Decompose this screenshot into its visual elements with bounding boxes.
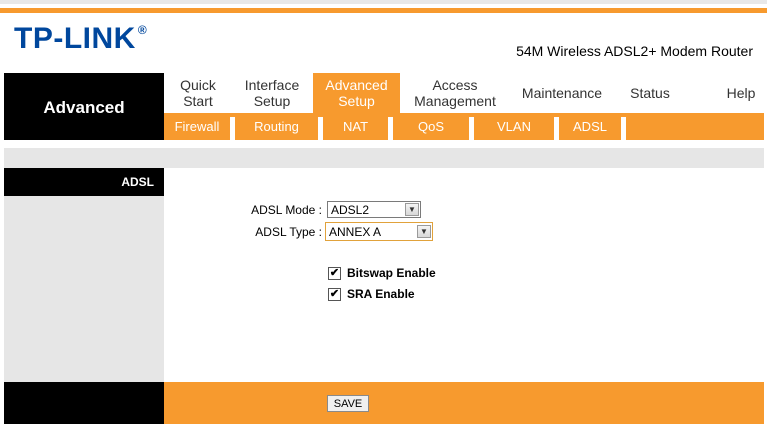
bitswap-checkbox[interactable]: ✔	[328, 266, 341, 280]
save-button[interactable]: SAVE	[327, 395, 369, 412]
subnav-qos[interactable]: QoS	[393, 113, 469, 140]
nav-section-title: Advanced	[4, 73, 164, 140]
sra-row: ✔ SRA Enable	[328, 287, 415, 301]
adsl-type-label: ADSL Type :	[255, 225, 322, 239]
bitswap-row: ✔ Bitswap Enable	[328, 266, 436, 280]
bitswap-label: Bitswap Enable	[347, 266, 436, 280]
select-value: ANNEX A	[329, 224, 382, 239]
registered-mark: ®	[137, 23, 148, 37]
side-section-title: ADSL	[4, 168, 164, 196]
nav-label: Quick	[180, 77, 216, 93]
nav-label: Access	[432, 77, 478, 93]
sra-checkbox[interactable]: ✔	[328, 287, 341, 301]
subnav-firewall[interactable]: Firewall	[164, 113, 230, 140]
adsl-type-select[interactable]: ANNEX A ▼	[325, 222, 433, 241]
tp-link-logo: TP-LINK ®	[14, 22, 147, 56]
chevron-down-icon[interactable]: ▼	[417, 225, 431, 238]
nav-label: Advanced	[325, 77, 388, 93]
nav-status[interactable]: Status	[620, 73, 680, 113]
nav-label: Interface	[244, 77, 300, 93]
footer-bar	[164, 382, 764, 424]
page-header-band	[4, 148, 764, 168]
nav-label: Setup	[338, 93, 375, 109]
top-orange-bar	[0, 8, 767, 13]
subnav-adsl[interactable]: ADSL	[559, 113, 621, 140]
adsl-mode-select[interactable]: ADSL2 ▼	[327, 201, 421, 218]
top-rule	[0, 0, 767, 4]
side-panel	[4, 196, 164, 382]
nav-access-management[interactable]: Access Management	[405, 73, 505, 113]
footer-left	[4, 382, 164, 424]
nav-quick-start[interactable]: Quick Start	[164, 73, 232, 113]
sra-label: SRA Enable	[347, 287, 415, 301]
nav-maintenance[interactable]: Maintenance	[512, 73, 612, 113]
subnav-separator	[621, 117, 626, 140]
nav-interface-setup[interactable]: Interface Setup	[236, 73, 308, 113]
nav-label: Maintenance	[521, 85, 603, 101]
subnav-vlan[interactable]: VLAN	[474, 113, 554, 140]
nav-label: Status	[630, 85, 670, 101]
main-nav: Quick Start Interface Setup Advanced Setup …	[164, 73, 764, 113]
nav-label: Setup	[253, 93, 291, 109]
nav-label: Management	[414, 93, 496, 109]
chevron-down-icon[interactable]: ▼	[405, 203, 419, 216]
nav-advanced-setup[interactable]: Advanced Setup	[313, 73, 400, 113]
select-value: ADSL2	[331, 202, 370, 217]
nav-label: Help	[726, 85, 756, 101]
logo-text: TP-LINK	[14, 22, 136, 55]
nav-help[interactable]: Help	[718, 73, 764, 113]
adsl-mode-label: ADSL Mode :	[251, 203, 322, 217]
subnav-routing[interactable]: Routing	[235, 113, 318, 140]
nav-label: Start	[183, 93, 213, 109]
sub-nav: Firewall Routing NAT QoS VLAN ADSL	[164, 113, 764, 140]
subnav-nat[interactable]: NAT	[323, 113, 388, 140]
model-name: 54M Wireless ADSL2+ Modem Router	[516, 43, 753, 59]
